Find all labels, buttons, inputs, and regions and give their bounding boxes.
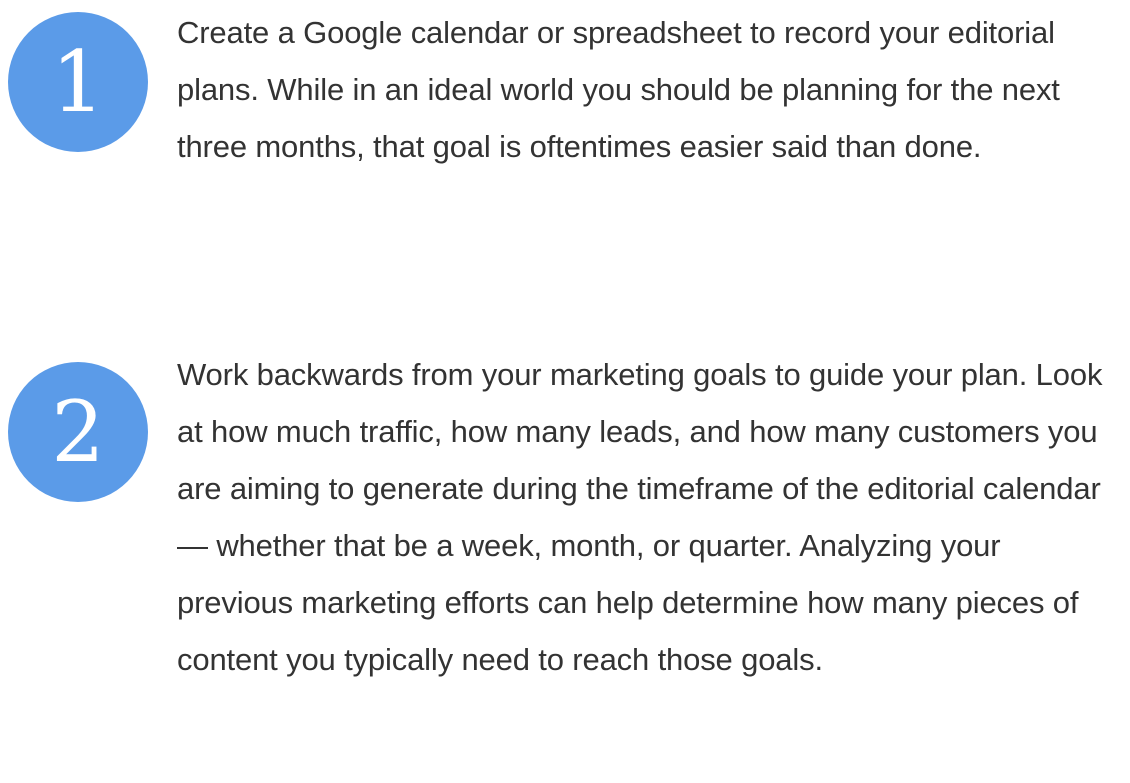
step-number-badge: 2 xyxy=(8,362,148,502)
step-number-badge: 1 xyxy=(8,12,148,152)
step-text: Work backwards from your marketing goals… xyxy=(177,357,1103,677)
step-text: Create a Google calendar or spreadsheet … xyxy=(177,15,1060,164)
